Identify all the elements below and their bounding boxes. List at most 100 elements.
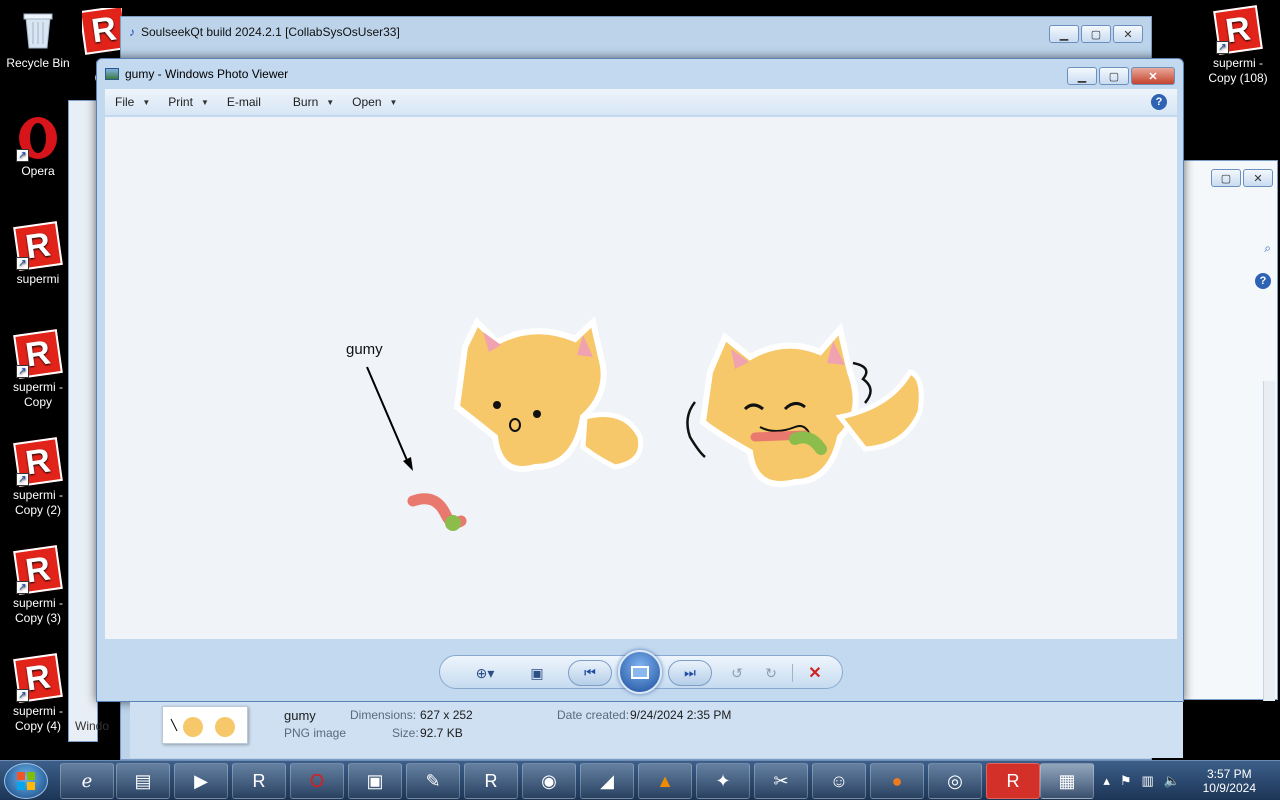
soulseek-icon: ♪: [129, 25, 135, 39]
desktop-icon-label: Copy: [23, 395, 52, 409]
help-icon[interactable]: ?: [1255, 273, 1271, 289]
chevron-down-icon: ▼: [142, 97, 151, 107]
delete-icon[interactable]: ✕: [804, 663, 826, 683]
taskbar-vlc-icon[interactable]: ▲: [638, 763, 692, 799]
desktop-icon-supermi-copy-108[interactable]: R ↗ supermi - Copy (108): [1198, 5, 1278, 86]
show-hidden-icons-icon[interactable]: ▴: [1103, 773, 1110, 789]
shortcut-arrow-icon: ↗: [16, 581, 29, 594]
maximize-button[interactable]: ▢: [1211, 169, 1241, 187]
system-tray: ▴ ⚑ ▥ 🔈: [1103, 773, 1180, 789]
menu-bar: File ▼ Print ▼ E-mail Burn ▼ Open ▼ ?: [105, 89, 1177, 115]
taskbar-explorer-icon[interactable]: ▤: [116, 763, 170, 799]
maximize-button[interactable]: ▢: [1099, 67, 1129, 85]
maximize-button[interactable]: ▢: [1081, 25, 1111, 43]
taskbar-internet-explorer-icon[interactable]: ℯ: [60, 763, 114, 799]
next-button[interactable]: ⏭: [668, 660, 712, 686]
close-button[interactable]: ✕: [1243, 169, 1273, 187]
desktop-icon-label: Copy (2): [14, 503, 61, 517]
taskbar-roblox-active-icon[interactable]: R: [986, 763, 1040, 799]
desktop-icon-label: supermi: [16, 272, 60, 286]
menu-label: Open: [352, 95, 382, 109]
start-button[interactable]: [4, 763, 48, 799]
clock-time: 3:57 PM: [1206, 767, 1252, 781]
desktop-icon-label: supermi -: [1212, 56, 1263, 70]
volume-icon[interactable]: 🔈: [1164, 773, 1180, 789]
desktop-icon-supermi-copy[interactable]: R ↗ supermi - Copy: [0, 329, 76, 410]
zoom-icon[interactable]: ⊕▾: [468, 663, 502, 683]
desktop-icon-supermi-copy-3[interactable]: R ↗ supermi - Copy (3): [0, 545, 76, 626]
clock[interactable]: 3:57 PM 10/9/2024: [1203, 767, 1256, 795]
taskbar-soulseek-icon[interactable]: ✦: [696, 763, 750, 799]
help-icon[interactable]: ?: [1151, 94, 1167, 110]
desktop-icon-recycle-bin[interactable]: Recycle Bin: [0, 8, 76, 71]
taskbar-roblox-studio-icon[interactable]: R: [464, 763, 518, 799]
taskbar-opera-icon[interactable]: O: [290, 763, 344, 799]
burn-menu[interactable]: Burn ▼: [293, 95, 334, 109]
roblox-icon: R ↗: [13, 653, 63, 703]
taskbar-messenger-icon[interactable]: ☺: [812, 763, 866, 799]
email-button[interactable]: E-mail: [227, 95, 261, 109]
taskbar-disc-icon[interactable]: ◎: [928, 763, 982, 799]
rotate-clockwise-icon[interactable]: ↻: [760, 663, 782, 683]
action-center-icon[interactable]: ⚑: [1120, 773, 1132, 789]
file-type: PNG image: [284, 726, 347, 740]
previous-button[interactable]: ⏮: [568, 660, 612, 686]
print-menu[interactable]: Print ▼: [168, 95, 209, 109]
taskbar-aero-icon[interactable]: ◢: [580, 763, 634, 799]
size-label: Size:: [392, 726, 419, 740]
menu-label: File: [115, 95, 135, 109]
search-icon[interactable]: ⌕: [1264, 241, 1271, 256]
photo-viewer-window[interactable]: gumy - Windows Photo Viewer ▁ ▢ ✕ File ▼ …: [96, 58, 1184, 702]
desktop-icon-label: Copy (3): [14, 611, 61, 625]
desktop-icon-opera[interactable]: ↗ Opera: [0, 116, 76, 179]
taskbar-roblox-icon[interactable]: R: [232, 763, 286, 799]
desktop-icon-supermi-copy-4[interactable]: R ↗ supermi - Copy (4): [0, 653, 76, 734]
desktop-icon-label: supermi -: [12, 704, 63, 718]
desktop-icon-supermi-copy-2[interactable]: R ↗ supermi - Copy (2): [0, 437, 76, 518]
desktop-icon-label: supermi -: [12, 596, 63, 610]
chevron-down-icon: ▼: [200, 97, 209, 107]
image-thumbnail[interactable]: [162, 706, 248, 744]
taskbar-gimp-icon[interactable]: ✎: [406, 763, 460, 799]
menu-label: Burn: [292, 95, 319, 109]
roblox-icon: R ↗: [13, 221, 63, 271]
taskbar-tool-icon[interactable]: ✂: [754, 763, 808, 799]
taskbar-toolbox-icon[interactable]: ▣: [348, 763, 402, 799]
roblox-icon: R ↗: [13, 329, 63, 379]
rotate-counterclockwise-icon[interactable]: ↺: [726, 663, 748, 683]
chevron-down-icon: ▼: [326, 97, 335, 107]
slideshow-button[interactable]: [618, 650, 662, 694]
taskbar-media-player-icon[interactable]: ▶: [174, 763, 228, 799]
size-value: 92.7 KB: [420, 726, 463, 740]
taskbar: ℯ ▤ ▶ R O ▣ ✎ R ◉ ◢ ▲ ✦ ✂ ☺ ● ◎ R ▦ ▴ ⚑ …: [0, 760, 1280, 800]
close-button[interactable]: ✕: [1113, 25, 1143, 43]
taskbar-firefox-icon[interactable]: ●: [870, 763, 924, 799]
actual-size-icon[interactable]: ▣: [526, 663, 548, 683]
open-menu[interactable]: Open ▼: [352, 95, 397, 109]
minimize-button[interactable]: ▁: [1067, 67, 1097, 85]
minimize-button[interactable]: ▁: [1049, 25, 1079, 43]
network-icon[interactable]: ▥: [1142, 773, 1154, 789]
explorer-window-behind[interactable]: Windo: [68, 100, 109, 742]
clock-date: 10/9/2024: [1202, 781, 1256, 795]
background-window-right[interactable]: ▢ ✕ ⌕ ?: [1182, 160, 1278, 701]
shortcut-arrow-icon: ↗: [16, 473, 29, 486]
slideshow-icon: [631, 665, 649, 679]
scrollbar[interactable]: [1263, 381, 1275, 701]
taskbar-photo-viewer-icon[interactable]: ▦: [1040, 763, 1094, 799]
window-partial-label: Windo: [75, 719, 110, 733]
date-created-label: Date created:: [557, 708, 630, 722]
menu-label: Print: [168, 95, 193, 109]
shortcut-arrow-icon: ↗: [16, 257, 29, 270]
image-canvas: gumy: [105, 117, 1177, 639]
opera-icon: ↗: [16, 116, 60, 162]
menu-label: E-mail: [226, 95, 261, 109]
roblox-icon: R ↗: [13, 437, 63, 487]
close-button[interactable]: ✕: [1131, 67, 1175, 85]
viewer-controls: ⊕▾ ▣ ⏮ ⏭ ↺ ↻ ✕: [439, 650, 843, 694]
file-menu[interactable]: File ▼: [115, 95, 150, 109]
desktop-icon-supermi[interactable]: R ↗ supermi: [0, 221, 76, 287]
roblox-icon: R ↗: [1213, 5, 1263, 55]
taskbar-chrome-icon[interactable]: ◉: [522, 763, 576, 799]
shortcut-arrow-icon: ↗: [16, 149, 29, 162]
